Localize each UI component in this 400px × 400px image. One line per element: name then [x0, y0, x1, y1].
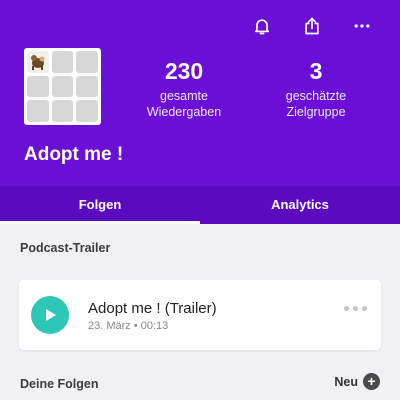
total-plays-label-line2: Wiedergaben [146, 105, 222, 119]
podcast-title: Adopt me ! [24, 144, 124, 165]
trailer-section-label: Podcast-Trailer [20, 241, 111, 255]
cover-tile [51, 51, 74, 73]
new-episode-label: Neu [334, 374, 358, 389]
plus-icon: + [363, 373, 380, 390]
cover-tile [51, 75, 74, 98]
episode-more-icon[interactable] [344, 306, 367, 311]
episode-meta: 23. März • 00:13 [88, 320, 169, 332]
audience-value: 3 [309, 58, 323, 84]
cover-tile [27, 75, 49, 98]
cover-tile [76, 75, 98, 98]
podcast-cover[interactable] [24, 48, 101, 125]
trailer-episode-card[interactable]: Adopt me ! (Trailer) 23. März • 00:13 [19, 280, 381, 350]
header-actions [250, 14, 374, 38]
cover-tile [27, 100, 49, 122]
total-plays-label: gesamte Wiedergaben [134, 88, 234, 120]
podcast-header: 230 gesamte Wiedergaben 3 geschätzte Zie… [0, 0, 400, 186]
total-plays-label-line1: gesamte [160, 89, 208, 103]
total-plays-stat: 230 gesamte Wiedergaben [134, 58, 234, 120]
tab-analytics[interactable]: Analytics [200, 186, 400, 224]
cover-tile [51, 100, 74, 122]
more-icon[interactable] [350, 14, 374, 38]
cover-tile [76, 100, 98, 122]
play-icon [46, 309, 56, 321]
tab-folgen[interactable]: Folgen [0, 186, 200, 224]
cover-image [27, 51, 49, 73]
share-icon[interactable] [300, 14, 324, 38]
audience-label-line2: Zielgruppe [286, 105, 346, 119]
episodes-section-label: Deine Folgen [20, 377, 99, 391]
bell-icon[interactable] [250, 14, 274, 38]
audience-label: geschätzte Zielgruppe [266, 88, 366, 120]
audience-label-line1: geschätzte [285, 89, 347, 103]
cover-tile [76, 51, 98, 73]
audience-stat: 3 geschätzte Zielgruppe [266, 58, 366, 120]
tab-bar: Folgen Analytics [0, 186, 400, 224]
play-button[interactable] [31, 296, 69, 334]
new-episode-button[interactable]: Neu + [334, 373, 380, 390]
total-plays-value: 230 [164, 58, 204, 84]
episode-title: Adopt me ! (Trailer) [88, 300, 217, 317]
